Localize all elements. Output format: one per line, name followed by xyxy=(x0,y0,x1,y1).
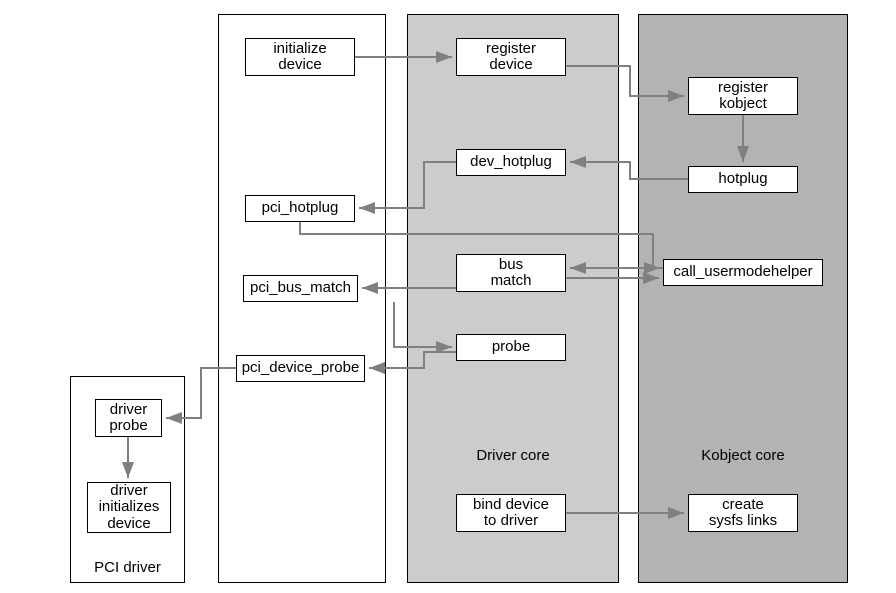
node-driver-probe: driverprobe xyxy=(95,399,162,437)
node-hotplug: hotplug xyxy=(688,166,798,193)
node-driver-initializes-device: driverinitializesdevice xyxy=(87,482,171,533)
node-pci-device-probe: pci_device_probe xyxy=(236,355,365,382)
node-probe: probe xyxy=(456,334,566,361)
node-pci-hotplug: pci_hotplug xyxy=(245,195,355,222)
node-pci-bus-match: pci_bus_match xyxy=(243,275,358,302)
column-label-kobject-core: Kobject core xyxy=(639,447,847,464)
column-label-pci-driver: PCI driver xyxy=(71,559,184,576)
node-initialize-device: initializedevice xyxy=(245,38,355,76)
node-register-device: registerdevice xyxy=(456,38,566,76)
node-dev-hotplug: dev_hotplug xyxy=(456,149,566,176)
node-bus-match: busmatch xyxy=(456,254,566,292)
node-register-kobject: registerkobject xyxy=(688,77,798,115)
node-create-sysfs: createsysfs links xyxy=(688,494,798,532)
node-bind-device: bind deviceto driver xyxy=(456,494,566,532)
node-call-usermodehelper: call_usermodehelper xyxy=(663,259,823,286)
column-label-driver-core: Driver core xyxy=(408,447,618,464)
